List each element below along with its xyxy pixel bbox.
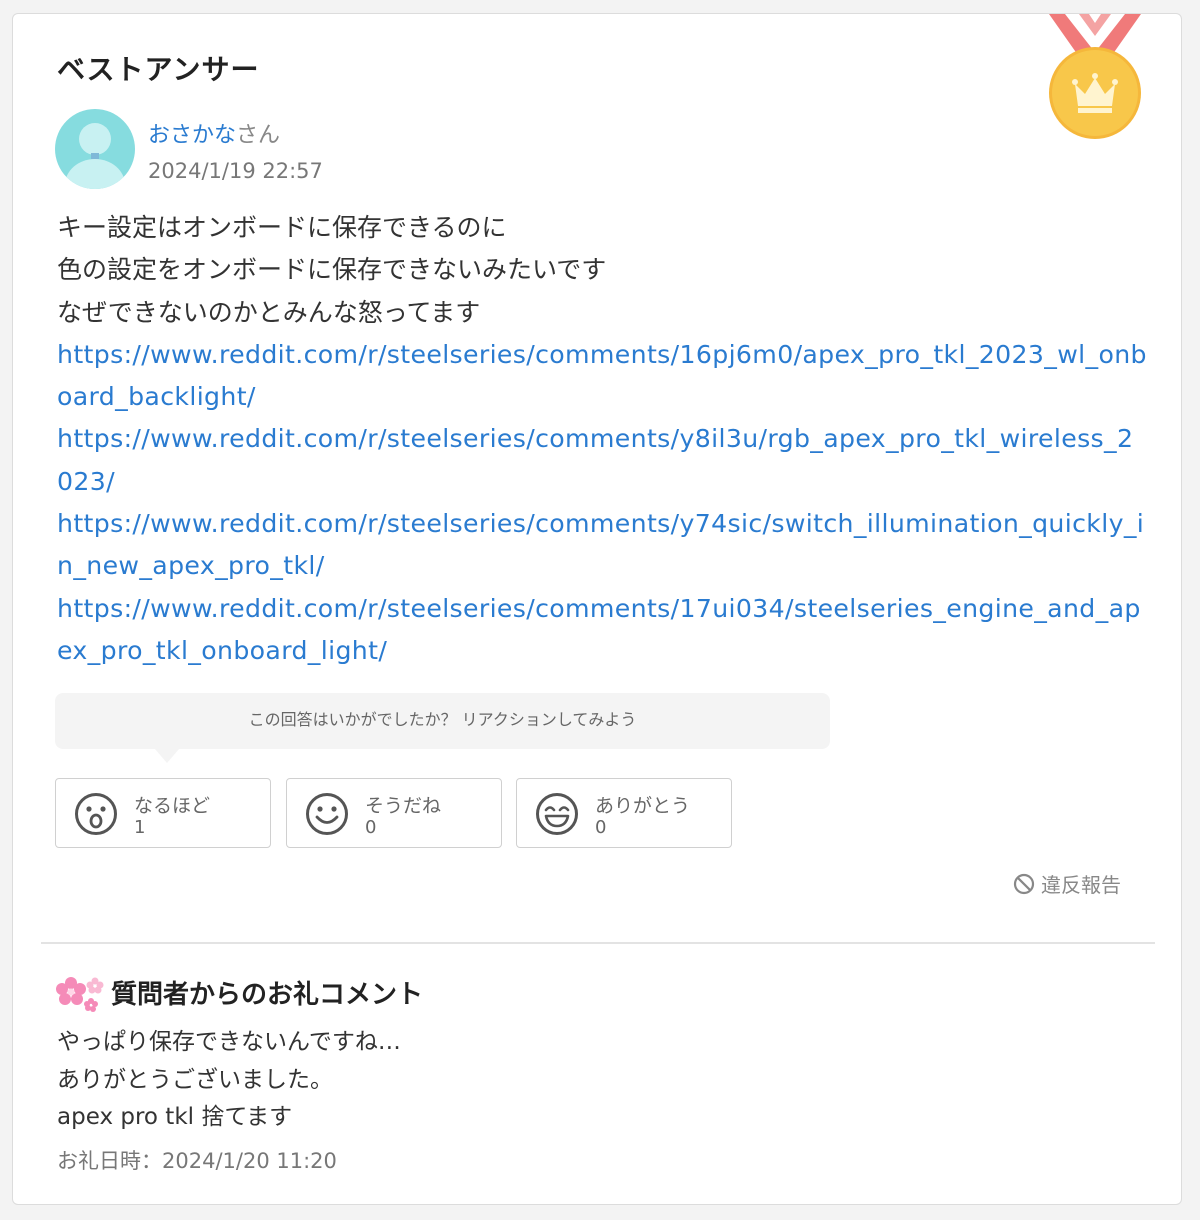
answer-body-line: なぜできないのかとみんな怒ってます	[57, 297, 481, 327]
prohibited-icon	[1013, 873, 1035, 894]
reaction-count: 1	[134, 817, 146, 838]
reaction-prompt-tail	[155, 749, 179, 763]
section-divider	[41, 942, 1155, 944]
reaction-label: ありがとう	[595, 795, 691, 817]
reddit-link[interactable]: https://www.reddit.com/r/steelseries/com…	[57, 503, 1147, 588]
best-answer-card: ベストアンサー おさかなさん 2024/1/19 22:57 キー設定はオンボー…	[12, 13, 1182, 1205]
best-answer-title: ベストアンサー	[57, 53, 260, 86]
report-label: 違反報告	[1041, 873, 1121, 897]
thanks-date: お礼日時：2024/1/20 11:20	[57, 1149, 337, 1173]
reaction-button-naruhodo[interactable]: なるほど 1	[55, 778, 271, 848]
thanks-line: apex pro tkl 捨てます	[57, 1104, 293, 1130]
answer-body-line: 色の設定をオンボードに保存できないみたいです	[57, 255, 607, 285]
answer-body: キー設定はオンボードに保存できるのに 色の設定をオンボードに保存できないみたいで…	[57, 207, 1147, 672]
reaction-prompt: この回答はいかがでしたか？ リアクションしてみよう	[55, 693, 830, 749]
answerer-name-suffix: さん	[236, 123, 281, 148]
thanks-comment: やっぱり保存できないんですね… ありがとうございました。 apex pro tk…	[57, 1024, 401, 1137]
thanks-title-text: 質問者からのお礼コメント	[111, 979, 424, 1010]
reaction-label: そうだね	[365, 795, 442, 817]
grin-face-icon	[536, 793, 578, 835]
reddit-link[interactable]: https://www.reddit.com/r/steelseries/com…	[57, 334, 1147, 419]
report-link[interactable]: 違反報告	[1013, 869, 1121, 898]
reaction-label: なるほど	[134, 795, 211, 817]
surprised-face-icon	[75, 793, 117, 835]
answer-body-line: キー設定はオンボードに保存できるのに	[57, 213, 507, 242]
avatar[interactable]	[55, 109, 135, 189]
answerer-name: おさかなさん	[148, 117, 280, 149]
reaction-button-arigatou[interactable]: ありがとう 0	[516, 778, 732, 848]
reaction-button-soudane[interactable]: そうだね 0	[286, 778, 502, 848]
thanks-line: ありがとうございました。	[57, 1066, 333, 1093]
reaction-count: 0	[595, 817, 607, 838]
medal-crown-icon	[1049, 14, 1141, 139]
reddit-link[interactable]: https://www.reddit.com/r/steelseries/com…	[57, 588, 1147, 673]
answerer-name-link[interactable]: おさかな	[148, 123, 236, 148]
reaction-count: 0	[365, 817, 377, 838]
answer-date: 2024/1/19 22:57	[148, 159, 323, 183]
thanks-section-title: 質問者からのお礼コメント	[55, 972, 423, 1012]
thanks-line: やっぱり保存できないんですね…	[57, 1029, 401, 1055]
reddit-link[interactable]: https://www.reddit.com/r/steelseries/com…	[57, 418, 1147, 503]
sakura-icon	[56, 977, 104, 1012]
smile-face-icon	[306, 793, 348, 835]
